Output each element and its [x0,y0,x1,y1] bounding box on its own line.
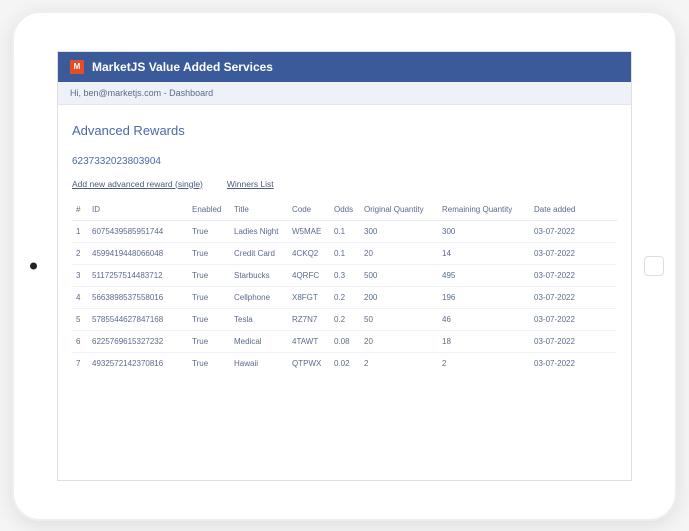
cell-rqty: 46 [438,308,530,330]
camera-icon [30,262,37,269]
table-row[interactable]: 35117257514483712TrueStarbucks4QRFC0.350… [72,264,617,286]
cell-title: Cellphone [230,286,288,308]
cell-enabled: True [188,352,230,374]
cell-title: Ladies Night [230,220,288,242]
cell-oqty: 300 [360,220,438,242]
cell-oqty: 50 [360,308,438,330]
col-id: ID [88,199,188,221]
cell-code: W5MAE [288,220,330,242]
cell-enabled: True [188,308,230,330]
table-row[interactable]: 55785544627847168TrueTeslaRZ7N70.2504603… [72,308,617,330]
cell-odds: 0.2 [330,286,360,308]
tablet-frame: M MarketJS Value Added Services Hi, ben@… [12,11,677,521]
cell-oqty: 20 [360,242,438,264]
cell-code: X8FGT [288,286,330,308]
table-row[interactable]: 24599419448066048TrueCredit Card4CKQ20.1… [72,242,617,264]
col-oqty: Original Quantity [360,199,438,221]
cell-id: 4932572142370816 [88,352,188,374]
cell-code: 4QRFC [288,264,330,286]
cell-rqty: 14 [438,242,530,264]
cell-odds: 0.2 [330,308,360,330]
cell-oqty: 200 [360,286,438,308]
cell-oqty: 20 [360,330,438,352]
screen: M MarketJS Value Added Services Hi, ben@… [57,51,632,481]
cell-id: 5663898537558016 [88,286,188,308]
cell-odds: 0.08 [330,330,360,352]
cell-oqty: 2 [360,352,438,374]
add-reward-link[interactable]: Add new advanced reward (single) [72,179,203,189]
cell-odds: 0.1 [330,242,360,264]
breadcrumb: Hi, ben@marketjs.com - Dashboard [58,82,631,105]
col-rqty: Remaining Quantity [438,199,530,221]
cell-rqty: 18 [438,330,530,352]
table-row[interactable]: 16075439585951744TrueLadies NightW5MAE0.… [72,220,617,242]
app-title: MarketJS Value Added Services [92,60,273,74]
section-title: Advanced Rewards [72,123,617,138]
col-num: # [72,199,88,221]
cell-date: 03-07-2022 [530,308,617,330]
cell-enabled: True [188,286,230,308]
logo-icon: M [70,60,84,74]
action-links: Add new advanced reward (single) Winners… [72,179,617,189]
cell-odds: 0.3 [330,264,360,286]
cell-date: 03-07-2022 [530,286,617,308]
cell-rqty: 196 [438,286,530,308]
cell-id: 5785544627847168 [88,308,188,330]
cell-num: 4 [72,286,88,308]
campaign-id: 6237332023803904 [72,156,617,167]
cell-num: 6 [72,330,88,352]
cell-id: 6225769615327232 [88,330,188,352]
cell-date: 03-07-2022 [530,264,617,286]
cell-enabled: True [188,220,230,242]
cell-code: QTPWX [288,352,330,374]
cell-id: 4599419448066048 [88,242,188,264]
home-button[interactable] [644,256,664,276]
col-date: Date added [530,199,617,221]
cell-date: 03-07-2022 [530,330,617,352]
table-row[interactable]: 66225769615327232TrueMedical4TAWT0.08201… [72,330,617,352]
cell-title: Hawaii [230,352,288,374]
cell-num: 7 [72,352,88,374]
cell-date: 03-07-2022 [530,242,617,264]
cell-title: Medical [230,330,288,352]
table-header-row: # ID Enabled Title Code Odds Original Qu… [72,199,617,221]
cell-num: 2 [72,242,88,264]
col-enabled: Enabled [188,199,230,221]
cell-id: 5117257514483712 [88,264,188,286]
cell-num: 5 [72,308,88,330]
col-code: Code [288,199,330,221]
table-row[interactable]: 74932572142370816TrueHawaiiQTPWX0.022203… [72,352,617,374]
table-row[interactable]: 45663898537558016TrueCellphoneX8FGT0.220… [72,286,617,308]
cell-rqty: 300 [438,220,530,242]
main-content: Advanced Rewards 6237332023803904 Add ne… [58,105,631,480]
col-title: Title [230,199,288,221]
cell-id: 6075439585951744 [88,220,188,242]
cell-num: 3 [72,264,88,286]
rewards-table: # ID Enabled Title Code Odds Original Qu… [72,199,617,374]
cell-date: 03-07-2022 [530,220,617,242]
cell-title: Tesla [230,308,288,330]
cell-code: RZ7N7 [288,308,330,330]
cell-title: Starbucks [230,264,288,286]
cell-odds: 0.02 [330,352,360,374]
cell-code: 4TAWT [288,330,330,352]
cell-title: Credit Card [230,242,288,264]
cell-oqty: 500 [360,264,438,286]
winners-list-link[interactable]: Winners List [227,179,274,189]
cell-enabled: True [188,330,230,352]
cell-num: 1 [72,220,88,242]
app-header: M MarketJS Value Added Services [58,52,631,82]
cell-rqty: 2 [438,352,530,374]
cell-odds: 0.1 [330,220,360,242]
cell-date: 03-07-2022 [530,352,617,374]
col-odds: Odds [330,199,360,221]
cell-enabled: True [188,242,230,264]
cell-enabled: True [188,264,230,286]
cell-rqty: 495 [438,264,530,286]
cell-code: 4CKQ2 [288,242,330,264]
